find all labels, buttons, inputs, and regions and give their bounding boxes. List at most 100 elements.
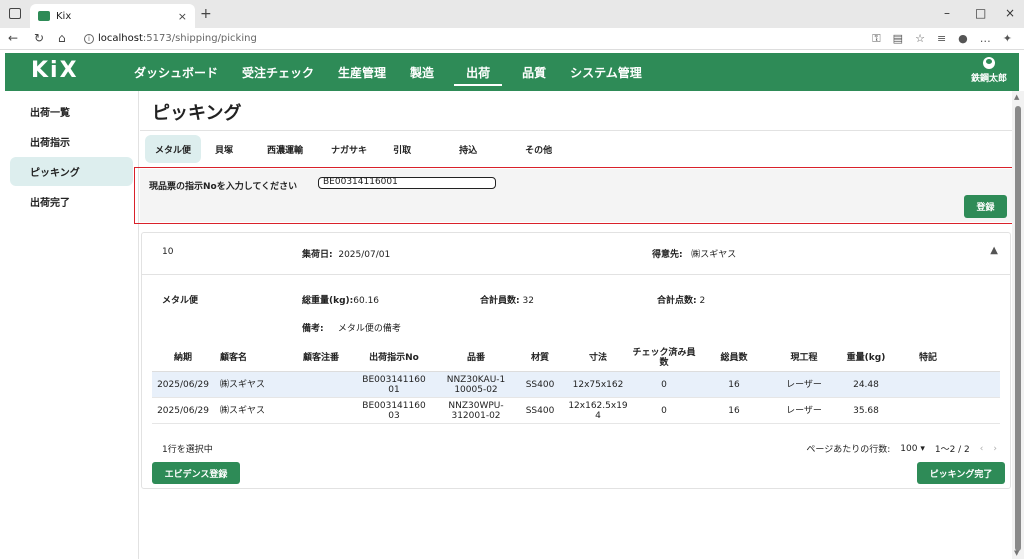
table-cell: 12x75x162 <box>572 379 624 390</box>
page-range: 1〜2 / 2 <box>934 445 970 455</box>
table-row[interactable]: 2025/06/29 ㈱スギヤス BE003141160 01 NNZ30KAU-1 … <box>152 372 1000 398</box>
sidebar-item-shipping-instruction[interactable]: 出荷指示 <box>10 127 133 156</box>
maximize-icon[interactable]: □ <box>975 6 986 20</box>
sidebar-item-shipping-list[interactable]: 出荷一覧 <box>10 97 133 126</box>
table-cell: ㈱スギヤス <box>220 379 266 390</box>
favorite-star-icon[interactable]: ☆ <box>915 32 925 46</box>
side-nav: 出荷一覧 出荷指示 ピッキング 出荷完了 <box>5 91 139 559</box>
url-path: :5173/shipping/picking <box>142 33 257 44</box>
table-cell: NNZ30KAU-1 10005-02 <box>446 374 506 395</box>
scroll-up-icon[interactable]: ▲ <box>1014 93 1019 101</box>
nav-item-order-check[interactable]: 受注チェック <box>230 53 326 91</box>
tab-close-icon[interactable]: × <box>178 10 187 23</box>
table-header: 納期 顧客名 顧客注番 出荷指示No 品番 材質 寸法 チェック済み員数 総員数 現工程 重量(kg… <box>152 345 1000 372</box>
instruction-entry-panel: 現品票の指示Noを入力してください <box>140 169 1012 222</box>
note: 備考: メタル便の備考 <box>302 324 401 334</box>
browser-toolbar: ⚿ ▤ ☆ ≡ ● … ✦ <box>872 32 1012 46</box>
table-cell: NNZ30WPU- 312001-02 <box>448 400 504 421</box>
table-footer: 1行を選択中 ページあたりの行数: 100 ▾ 1〜2 / 2 ‹ › <box>162 438 997 458</box>
profile-icon[interactable]: ● <box>958 32 968 46</box>
more-icon[interactable]: … <box>980 32 991 46</box>
copilot-icon[interactable]: ✦ <box>1003 32 1012 46</box>
nav-item-shipping[interactable]: 出荷 <box>446 53 510 91</box>
column-header[interactable]: チェック済み員数 <box>632 345 696 371</box>
table-cell: レーザー <box>786 379 822 390</box>
evidence-register-button[interactable]: エビデンス登録 <box>152 462 240 484</box>
table-cell <box>896 398 960 423</box>
table-cell: SS400 <box>525 405 555 416</box>
prev-page-icon[interactable]: ‹ <box>980 444 984 454</box>
table-cell: 0 <box>661 379 667 390</box>
tab-carry-in[interactable]: 持込 <box>455 135 481 163</box>
back-icon[interactable]: ← <box>8 31 18 45</box>
next-page-icon[interactable]: › <box>993 444 997 454</box>
favorites-list-icon[interactable]: ≡ <box>937 32 946 46</box>
rows-per-page-select[interactable]: 100 ▾ <box>900 444 925 454</box>
tab-seino[interactable]: 西濃運輸 <box>263 135 307 163</box>
address-bar: ← ↻ ⌂ i localhost:5173/shipping/picking … <box>0 28 1024 50</box>
tab-metal-bin[interactable]: メタル便 <box>145 135 202 163</box>
tab-nagasaki[interactable]: ナガサキ <box>327 135 371 163</box>
nav-item-production[interactable]: 生産管理 <box>326 53 398 91</box>
key-icon[interactable]: ⚿ <box>872 32 880 46</box>
table-cell: BE003141160 01 <box>362 374 426 395</box>
table-cell: SS400 <box>525 379 555 390</box>
instruction-no-input[interactable]: BE00314116001 <box>318 177 496 189</box>
nav-item-manufacturing[interactable]: 製造 <box>398 53 446 91</box>
total-points: 合計点数: 2 <box>657 296 706 306</box>
user-menu[interactable]: 鉄鋼太郎 <box>971 57 1007 84</box>
column-header[interactable]: 特記 <box>896 345 960 371</box>
minimize-icon[interactable]: – <box>944 6 950 20</box>
column-header[interactable]: 材質 <box>516 345 564 371</box>
sidebar-item-shipping-done[interactable]: 出荷完了 <box>10 187 133 216</box>
tab-kaizuka[interactable]: 貝塚 <box>211 135 237 163</box>
picking-table: 納期 顧客名 顧客注番 出荷指示No 品番 材質 寸法 チェック済み員数 総員数 現工程 重量(kg… <box>152 345 1000 424</box>
scroll-thumb[interactable] <box>1015 106 1021 551</box>
page-title: ピッキング <box>152 103 242 124</box>
app-logo[interactable]: KiX <box>31 58 79 83</box>
site-info-icon[interactable]: i <box>84 33 94 44</box>
scroll-down-icon[interactable]: ▼ <box>1014 549 1019 557</box>
register-button[interactable]: 登録 <box>964 195 1007 218</box>
home-icon[interactable]: ⌂ <box>58 31 66 45</box>
selection-count: 1行を選択中 <box>162 445 213 455</box>
reader-icon[interactable]: ▤ <box>893 32 903 46</box>
tab-pickup[interactable]: 引取 <box>389 135 415 163</box>
rows-per-page-label: ページあたりの行数: <box>806 445 891 455</box>
new-tab-icon[interactable]: + <box>200 6 212 22</box>
reload-icon[interactable]: ↻ <box>34 31 44 45</box>
column-header[interactable]: 寸法 <box>564 345 632 371</box>
table-cell: BE003141160 03 <box>362 400 426 421</box>
nav-item-dashboard[interactable]: ダッシュボード <box>122 53 230 91</box>
column-header[interactable]: 現工程 <box>772 345 836 371</box>
url-field[interactable]: i localhost:5173/shipping/picking <box>84 33 257 44</box>
table-row[interactable]: 2025/06/29 ㈱スギヤス BE003141160 03 NNZ30WPU- 3… <box>152 398 1000 424</box>
column-header[interactable]: 顧客名 <box>214 345 290 371</box>
column-header[interactable]: 品番 <box>436 345 516 371</box>
tab-other[interactable]: その他 <box>521 135 556 163</box>
column-header[interactable]: 納期 <box>152 345 214 371</box>
nav-item-quality[interactable]: 品質 <box>510 53 558 91</box>
browser-tab[interactable]: Kix × <box>30 4 195 28</box>
column-header[interactable]: 重量(kg) <box>836 345 896 371</box>
column-header[interactable]: 総員数 <box>696 345 772 371</box>
collapse-caret-icon[interactable]: ▲ <box>990 245 998 256</box>
main-content: ピッキング メタル便 貝塚 西濃運輸 ナガサキ 引取 持込 その他 現品票の指示… <box>134 91 1016 559</box>
total-weight: 総重量(kg):60.16 <box>302 296 380 306</box>
sidebar-toggle-icon[interactable] <box>9 8 21 19</box>
column-header[interactable]: 出荷指示No <box>352 345 436 371</box>
table-cell: 2025/06/29 <box>157 379 209 390</box>
sidebar-item-picking[interactable]: ピッキング <box>10 157 133 186</box>
pickup-date: 集荷日: 2025/07/01 <box>302 250 391 260</box>
customer: 得意先: ㈱スギヤス <box>652 250 737 260</box>
shipment-card-header[interactable]: 10 集荷日: 2025/07/01 得意先: ㈱スギヤス ▲ <box>142 233 1010 275</box>
browser-tabbar: Kix × + – □ × <box>0 0 1024 28</box>
column-header[interactable]: 顧客注番 <box>290 345 352 371</box>
shipment-id: 10 <box>162 247 174 257</box>
user-avatar-icon <box>982 57 995 69</box>
window-close-icon[interactable]: × <box>1005 6 1015 20</box>
url-host: localhost <box>98 33 143 44</box>
picking-complete-button[interactable]: ピッキング完了 <box>917 462 1005 484</box>
nav-item-system[interactable]: システム管理 <box>558 53 654 91</box>
kix-favicon-icon <box>38 11 50 21</box>
